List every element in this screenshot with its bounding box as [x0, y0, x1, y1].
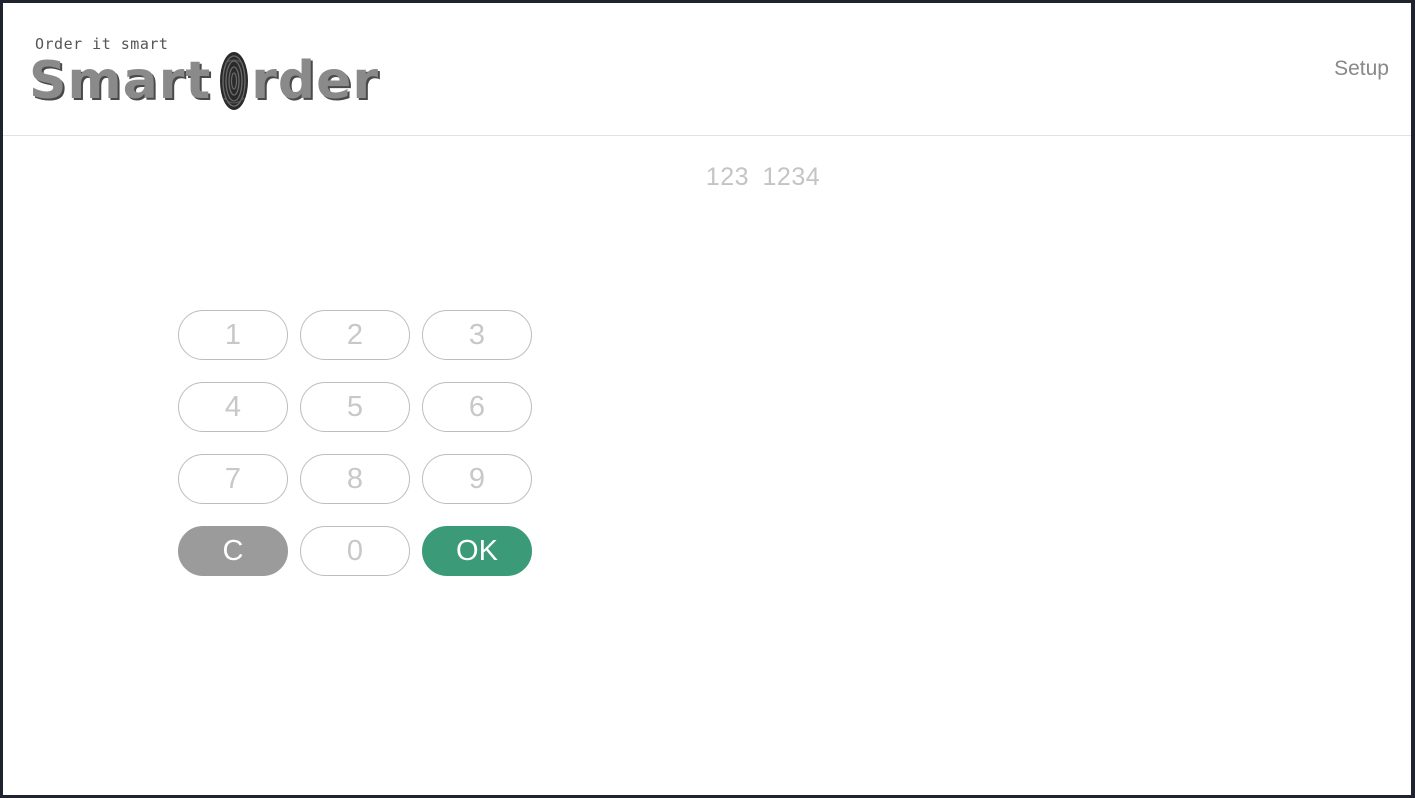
logo-brand-suffix: rder — [251, 51, 380, 111]
clear-button[interactable]: C — [178, 526, 288, 576]
setup-link[interactable]: Setup — [1334, 57, 1389, 81]
key-1[interactable]: 1 — [178, 310, 288, 360]
key-4[interactable]: 4 — [178, 382, 288, 432]
key-0[interactable]: 0 — [300, 526, 410, 576]
key-9[interactable]: 9 — [422, 454, 532, 504]
ok-button[interactable]: OK — [422, 526, 532, 576]
app-screen: Order it smart Smart rder Setup 123 1234… — [3, 3, 1411, 795]
logo-brand-prefix: Smart — [29, 51, 212, 111]
logo-wordmark: Smart rder — [29, 49, 379, 113]
pin-display: 123 1234 — [705, 163, 821, 191]
key-6[interactable]: 6 — [422, 382, 532, 432]
key-7[interactable]: 7 — [178, 454, 288, 504]
numeric-keypad: 1 2 3 4 5 6 7 8 9 C 0 OK — [178, 310, 532, 576]
header: Order it smart Smart rder Setup — [3, 3, 1411, 136]
key-8[interactable]: 8 — [300, 454, 410, 504]
key-5[interactable]: 5 — [300, 382, 410, 432]
fingerprint-icon — [219, 50, 249, 112]
smart-order-logo: Order it smart Smart rder — [29, 33, 378, 113]
key-3[interactable]: 3 — [422, 310, 532, 360]
key-2[interactable]: 2 — [300, 310, 410, 360]
